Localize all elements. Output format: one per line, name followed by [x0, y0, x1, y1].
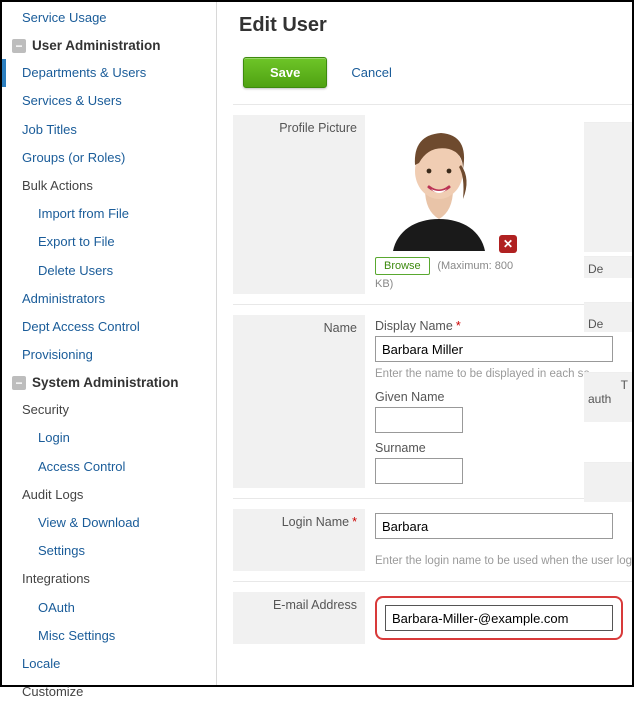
login-name-helper: Enter the login name to be used when the…	[375, 555, 632, 567]
form: Profile Picture	[233, 104, 632, 654]
sidebar-item-locale[interactable]: Locale	[2, 650, 216, 678]
collapse-icon: −	[12, 39, 26, 53]
browse-button[interactable]: Browse	[375, 257, 430, 275]
required-indicator: *	[456, 319, 461, 333]
delete-photo-icon[interactable]: ✕	[499, 235, 517, 253]
sidebar-item-service-usage[interactable]: Service Usage	[2, 4, 216, 32]
sidebar-item-delete-users[interactable]: Delete Users	[2, 257, 216, 285]
surname-label: Surname	[375, 441, 632, 455]
display-name-input[interactable]	[375, 336, 613, 362]
page-title: Edit User	[239, 14, 632, 37]
sidebar-item-dept-access-control[interactable]: Dept Access Control	[2, 313, 216, 341]
name-label: Name	[233, 315, 365, 488]
cancel-link[interactable]: Cancel	[351, 65, 391, 80]
sidebar-item-provisioning[interactable]: Provisioning	[2, 341, 216, 369]
sidebar-item-security: Security	[2, 396, 216, 424]
sidebar-item-integrations: Integrations	[2, 565, 216, 593]
sidebar-item-administrators[interactable]: Administrators	[2, 285, 216, 313]
form-row-name: Name Display Name* Enter the name to be …	[233, 304, 632, 498]
required-indicator: *	[352, 515, 357, 529]
sidebar-section-label: System Administration	[32, 375, 179, 390]
email-highlight-box	[375, 596, 623, 640]
sidebar-item-view-download[interactable]: View & Download	[2, 509, 216, 537]
sidebar-item-login[interactable]: Login	[2, 424, 216, 452]
profile-picture-label: Profile Picture	[233, 115, 365, 294]
login-name-input[interactable]	[375, 513, 613, 539]
action-row: Save Cancel	[243, 57, 632, 88]
form-row-email: E-mail Address	[233, 581, 632, 654]
sidebar-item-audit-logs: Audit Logs	[2, 481, 216, 509]
given-name-input[interactable]	[375, 407, 463, 433]
sidebar-item-import-from-file[interactable]: Import from File	[2, 200, 216, 228]
sidebar-item-departments-users[interactable]: Departments & Users	[2, 59, 216, 87]
sidebar-item-customize: Customize	[2, 678, 216, 706]
sidebar-item-access-control[interactable]: Access Control	[2, 453, 216, 481]
main-content: Edit User Save Cancel Profile Picture	[217, 2, 632, 685]
avatar: ✕	[375, 119, 503, 251]
collapse-icon: −	[12, 376, 26, 390]
email-input[interactable]	[385, 605, 613, 631]
sidebar-item-groups-roles[interactable]: Groups (or Roles)	[2, 144, 216, 172]
save-button[interactable]: Save	[243, 57, 327, 88]
sidebar-item-job-titles[interactable]: Job Titles	[2, 116, 216, 144]
sidebar-item-misc-settings[interactable]: Misc Settings	[2, 622, 216, 650]
cutoff-right-column: De De T auth	[620, 2, 632, 685]
login-name-label: Login Name*	[233, 509, 365, 571]
sidebar-section-system-admin[interactable]: − System Administration	[2, 369, 216, 396]
form-row-profile-picture: Profile Picture	[233, 104, 632, 304]
sidebar: Service Usage − User Administration Depa…	[2, 2, 217, 685]
form-row-login-name: Login Name* Enter the login name to be u…	[233, 498, 632, 581]
sidebar-item-services-users[interactable]: Services & Users	[2, 87, 216, 115]
sidebar-item-bulk-actions: Bulk Actions	[2, 172, 216, 200]
sidebar-item-settings[interactable]: Settings	[2, 537, 216, 565]
sidebar-section-user-admin[interactable]: − User Administration	[2, 32, 216, 59]
sidebar-item-export-to-file[interactable]: Export to File	[2, 228, 216, 256]
surname-input[interactable]	[375, 458, 463, 484]
email-label: E-mail Address	[233, 592, 365, 644]
sidebar-item-oauth[interactable]: OAuth	[2, 594, 216, 622]
sidebar-section-label: User Administration	[32, 38, 161, 53]
